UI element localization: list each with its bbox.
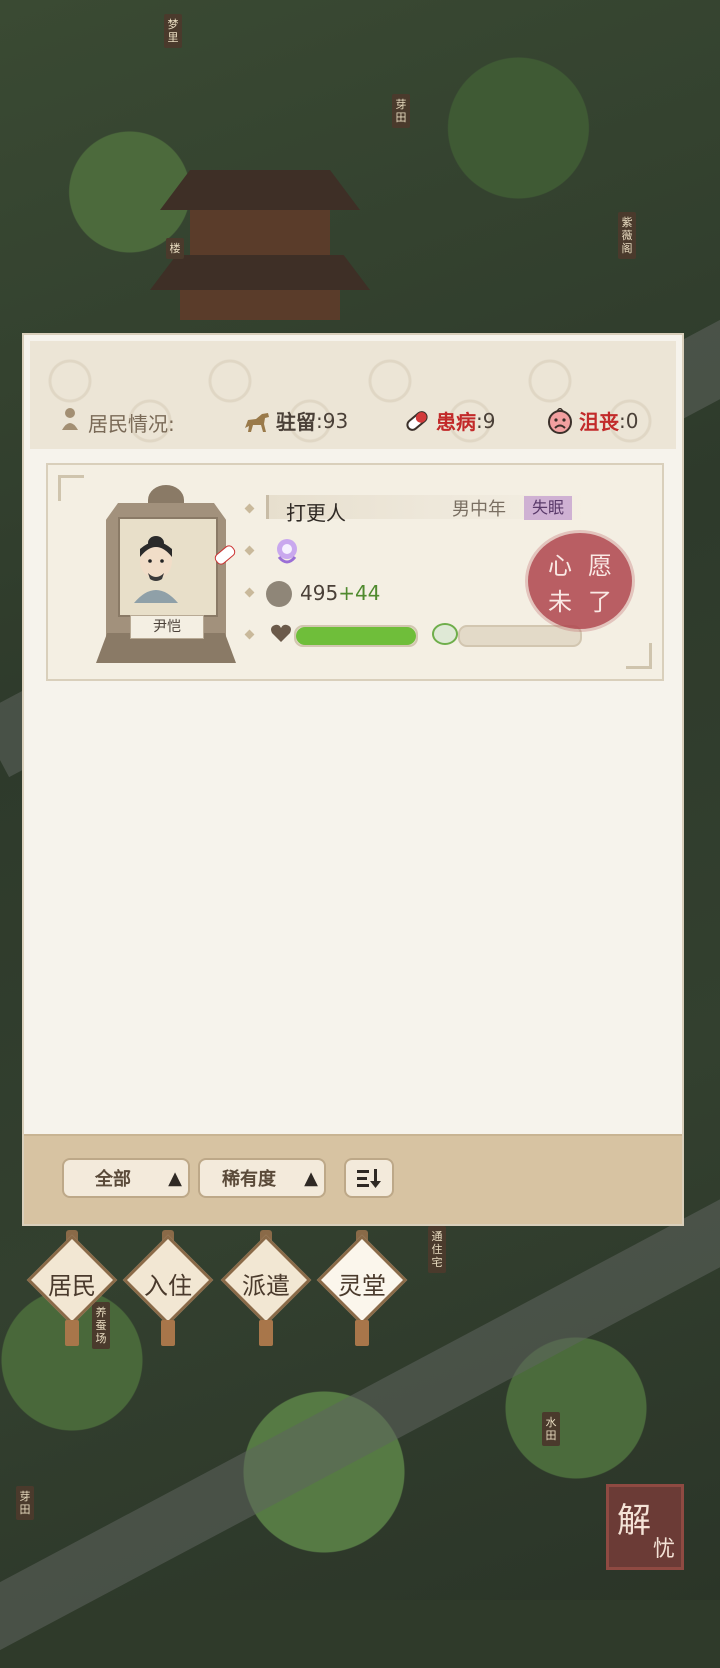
resident-avatar <box>134 536 178 603</box>
tab-spirit-hall-label: 灵堂 <box>338 1272 386 1300</box>
card-corner-ornament <box>626 643 652 669</box>
trait-tag[interactable]: 失眠 <box>524 496 573 520</box>
map-sign: 芽田 <box>392 94 410 128</box>
map-sign: 芽田 <box>16 1486 34 1520</box>
solve-worries-button[interactable]: 解 忧 <box>606 1484 684 1570</box>
solve-button-char: 忧 <box>653 1537 676 1562</box>
coin-value: 495 <box>300 581 339 605</box>
chevron-up-icon: ▲ <box>304 1167 318 1189</box>
resident-demographic: 男中年 <box>452 499 506 520</box>
panel-footer: 全部 ▲ 稀有度 ▲ <box>24 1134 682 1224</box>
tab-dispatch[interactable]: 派遣 <box>220 1230 312 1346</box>
coin-bonus: +44 <box>338 581 381 605</box>
stat-staying-value: :93 <box>316 408 349 433</box>
status-label: 居民情况: <box>88 412 175 436</box>
row-bullet <box>244 629 255 640</box>
resident-coins: 495+44 <box>300 581 380 605</box>
leaf-icon <box>432 623 458 645</box>
sad-face-icon <box>548 407 572 434</box>
resident-job: 打更人 <box>286 501 346 525</box>
coin-icon <box>266 581 292 607</box>
tab-checkin-label: 入住 <box>144 1272 192 1300</box>
resident-name: 尹恺 <box>130 615 204 639</box>
resident-icon <box>62 408 78 430</box>
tab-spirit-hall[interactable]: 灵堂 <box>316 1230 408 1346</box>
tab-checkin[interactable]: 入住 <box>122 1230 214 1346</box>
row-bullet <box>244 545 255 556</box>
sort-order-icon <box>357 1169 381 1188</box>
solve-button-char: 解 <box>617 1501 651 1541</box>
row-bullet <box>244 503 255 514</box>
stat-depressed-value: :0 <box>619 408 639 433</box>
filter-rarity-label: 稀有度 <box>222 1169 276 1190</box>
pavilion-building <box>150 150 370 320</box>
stat-depressed-label: 沮丧 <box>579 410 619 434</box>
stamp-char: 未 <box>548 587 572 616</box>
map-sign: 紫薇阁 <box>618 212 636 259</box>
residents-panel: 居民情况: 驻留 :93 患病 :9 沮丧:0 尹恺 打更人 男中年 失眠 4… <box>22 333 684 1226</box>
stat-depressed: 沮丧 :0 <box>545 406 638 435</box>
map-sign: 梦里 <box>164 14 182 48</box>
tab-residents[interactable]: 居民 <box>26 1230 118 1346</box>
stat-sick-label: 患病 <box>436 410 476 434</box>
map-sign: 楼 <box>166 238 184 259</box>
health-bar <box>294 625 418 647</box>
map-sign: 通住宅 <box>428 1226 446 1273</box>
wish-unfulfilled-stamp: 心 愿 未 了 <box>528 533 632 629</box>
chevron-up-icon: ▲ <box>168 1167 182 1189</box>
resident-portrait[interactable]: 尹恺 <box>96 485 238 663</box>
stat-sick-value: :9 <box>476 408 496 433</box>
resident-status-row: 居民情况: 驻留 :93 患病 :9 沮丧:0 <box>30 398 676 438</box>
stamp-char: 愿 <box>588 551 612 580</box>
map-sign: 水田 <box>542 1412 560 1446</box>
card-corner-ornament <box>58 475 84 501</box>
filter-rarity-button[interactable]: 稀有度 ▲ <box>198 1158 326 1198</box>
stamp-char: 了 <box>588 587 612 616</box>
stamp-char: 心 <box>548 551 572 580</box>
tab-residents-label: 居民 <box>48 1272 96 1300</box>
tab-dispatch-label: 派遣 <box>242 1272 290 1300</box>
row-bullet <box>244 587 255 598</box>
pill-icon <box>406 410 428 431</box>
wish-icon[interactable] <box>274 537 300 565</box>
filter-all-button[interactable]: 全部 ▲ <box>62 1158 190 1198</box>
panel-header: 居民情况: 驻留 :93 患病 :9 沮丧:0 <box>30 341 676 449</box>
horse-icon <box>245 412 269 432</box>
sort-order-button[interactable] <box>344 1158 394 1198</box>
stat-staying: 驻留 :93 <box>242 406 348 435</box>
health-bar-fill <box>296 627 416 645</box>
filter-all-label: 全部 <box>95 1169 131 1190</box>
stat-staying-label: 驻留 <box>276 410 316 434</box>
heart-icon <box>271 624 291 642</box>
stat-sick: 患病 :9 <box>402 406 495 435</box>
resident-card[interactable]: 尹恺 打更人 男中年 失眠 495+44 心 愿 未 了 <box>46 463 664 681</box>
